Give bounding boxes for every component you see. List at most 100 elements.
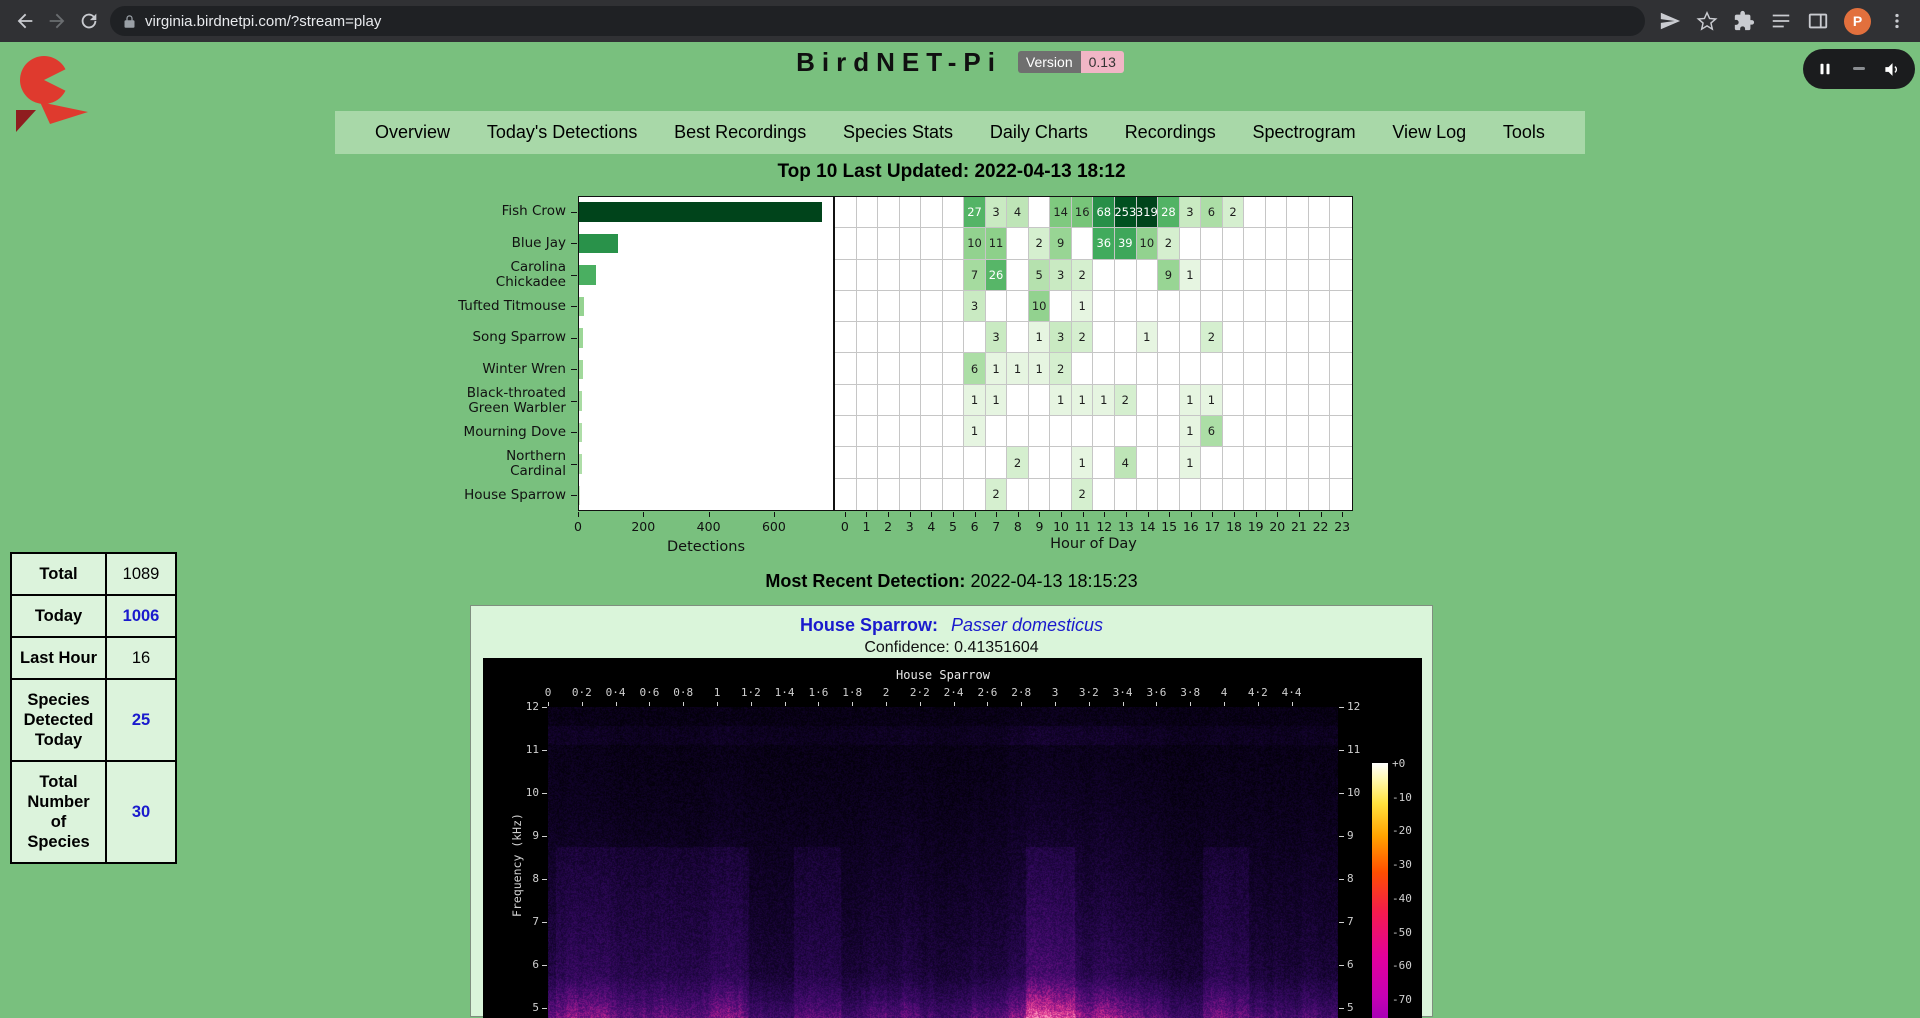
heat-cell	[1266, 479, 1288, 510]
version-label: Version	[1018, 51, 1081, 73]
nav-item-species-stats[interactable]: Species Stats	[843, 122, 953, 143]
bookmark-star-icon[interactable]	[1696, 10, 1718, 32]
spec-y-tickmark	[1339, 1008, 1344, 1009]
version-value: 0.13	[1081, 51, 1124, 73]
heat-cell	[1309, 260, 1331, 291]
heat-cell: 1	[1007, 353, 1029, 384]
pause-icon[interactable]	[1816, 60, 1834, 78]
heat-cell	[1158, 353, 1180, 384]
heat-cell	[1180, 353, 1202, 384]
spec-y-tick-right: 8	[1347, 872, 1381, 885]
spec-x-tickmark	[1258, 702, 1259, 706]
heat-cell	[921, 260, 943, 291]
spec-x-tickmark	[1292, 702, 1293, 706]
heat-cell	[986, 416, 1008, 447]
heat-cell: 5	[1029, 260, 1051, 291]
stat-value-species-detected-today[interactable]: 25	[106, 679, 176, 761]
extensions-icon[interactable]	[1733, 10, 1755, 32]
heat-cell	[1223, 353, 1245, 384]
stat-value-total-number-of-species[interactable]: 30	[106, 761, 176, 863]
bar-chart-panel	[578, 196, 834, 511]
y-tick	[571, 369, 577, 370]
reload-icon[interactable]	[78, 10, 100, 32]
heat-cell: 36	[1093, 228, 1115, 259]
nav-item-best-recordings[interactable]: Best Recordings	[674, 122, 806, 143]
spec-y-tick-left: 12	[501, 700, 539, 713]
nav-item-daily-charts[interactable]: Daily Charts	[990, 122, 1088, 143]
nav-item-overview[interactable]: Overview	[375, 122, 450, 143]
spec-y-tick-left: 6	[501, 958, 539, 971]
heat-cell	[1223, 322, 1245, 353]
heat-cell	[921, 385, 943, 416]
heat-cell: 9	[1050, 228, 1072, 259]
detections-bar-fish-crow	[579, 202, 822, 222]
x-tick	[1191, 512, 1192, 517]
nav-item-view-log[interactable]: View Log	[1392, 122, 1466, 143]
reading-list-icon[interactable]	[1770, 10, 1792, 32]
url-bar[interactable]: virginia.birdnetpi.com/?stream=play	[110, 6, 1645, 36]
heat-cell	[1330, 291, 1352, 322]
heat-cell	[1007, 291, 1029, 322]
menu-dots-icon[interactable]	[1886, 10, 1908, 32]
spec-x-tick: 2·4	[937, 686, 971, 699]
bar-tick-label: 600	[754, 519, 794, 534]
heat-cell	[900, 322, 922, 353]
heat-cell: 27	[964, 197, 986, 228]
nav-item-today-s-detections[interactable]: Today's Detections	[487, 122, 638, 143]
heat-cell	[1115, 479, 1137, 510]
detections-bar-northern-cardinal	[579, 454, 582, 474]
send-icon[interactable]	[1659, 10, 1681, 32]
spec-x-tick: 1	[700, 686, 734, 699]
browser-action-icons: P	[1645, 8, 1920, 35]
heat-cell: 4	[1007, 197, 1029, 228]
heat-cell	[857, 416, 879, 447]
back-icon[interactable]	[14, 10, 36, 32]
heat-cell	[835, 416, 857, 447]
nav-item-spectrogram[interactable]: Spectrogram	[1253, 122, 1356, 143]
heat-cell	[1115, 291, 1137, 322]
heat-cell	[943, 291, 965, 322]
spec-x-tickmark	[548, 702, 549, 706]
side-panel-icon[interactable]	[1807, 10, 1829, 32]
spec-y-tickmark	[542, 750, 547, 751]
bar-tick-label: 0	[558, 519, 598, 534]
heat-cell	[1158, 447, 1180, 478]
scientific-name-link[interactable]: Passer domesticus	[951, 615, 1103, 635]
heat-cell	[943, 416, 965, 447]
heat-cell	[1244, 291, 1266, 322]
hour-tick-label: 19	[1244, 519, 1268, 534]
media-controls	[1803, 49, 1915, 89]
spec-x-tickmark	[649, 702, 650, 706]
heat-cell	[1287, 291, 1309, 322]
forward-icon[interactable]	[46, 10, 68, 32]
stats-row: Last Hour16	[11, 637, 176, 679]
heat-cell	[1115, 353, 1137, 384]
hour-tick-label: 12	[1092, 519, 1116, 534]
heat-cell	[1201, 353, 1223, 384]
speaker-icon[interactable]	[1883, 60, 1902, 79]
heat-cell	[921, 447, 943, 478]
x-tick	[845, 512, 846, 517]
nav-item-tools[interactable]: Tools	[1503, 122, 1545, 143]
spec-x-tickmark	[1055, 702, 1056, 706]
species-label-fish-crow: Fish Crow	[456, 196, 566, 228]
heat-cell: 1	[986, 385, 1008, 416]
species-link[interactable]: House Sparrow:	[800, 615, 938, 635]
heat-cell: 1	[1180, 385, 1202, 416]
heat-cell	[943, 197, 965, 228]
stat-value-today[interactable]: 1006	[106, 595, 176, 637]
detections-bar-tufted-titmouse	[579, 297, 584, 317]
detections-bar-black-throated-green-warbler	[579, 391, 582, 411]
nav-item-recordings[interactable]: Recordings	[1125, 122, 1216, 143]
profile-avatar[interactable]: P	[1844, 8, 1871, 35]
spec-x-tickmark	[886, 702, 887, 706]
heat-cell	[1093, 447, 1115, 478]
spec-x-tick: 0·4	[599, 686, 633, 699]
heat-cell: 39	[1115, 228, 1137, 259]
heat-cell	[1093, 260, 1115, 291]
heat-cell	[835, 291, 857, 322]
heat-cell	[1201, 479, 1223, 510]
heat-cell	[878, 322, 900, 353]
x-tick	[975, 512, 976, 517]
hour-tick-label: 18	[1222, 519, 1246, 534]
